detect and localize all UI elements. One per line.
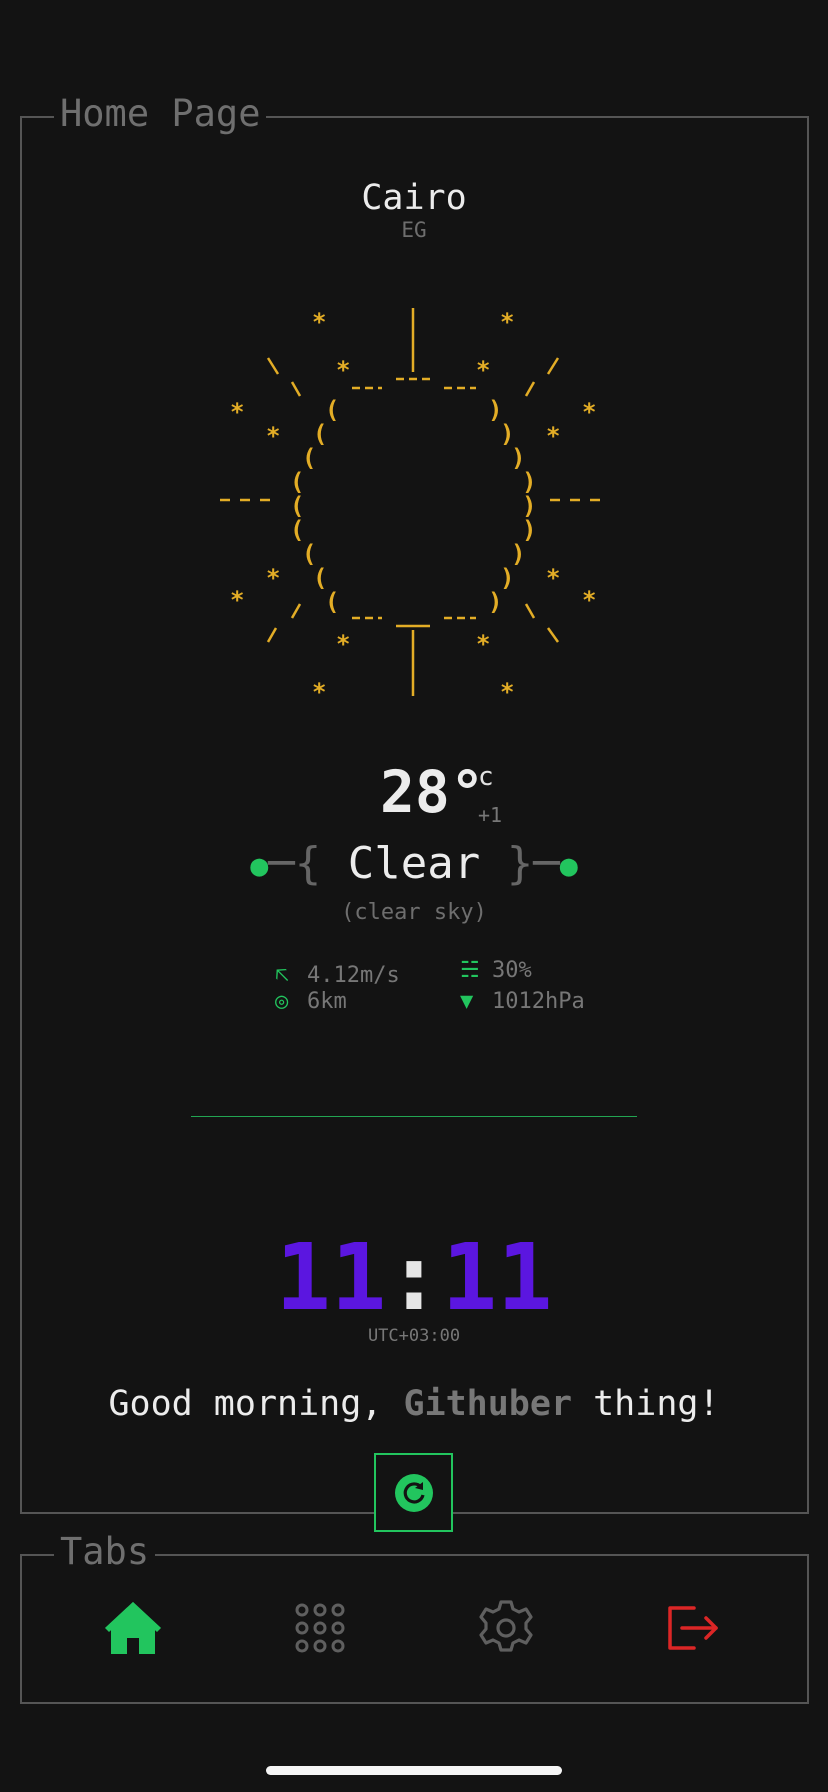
greeting-name: Githuber [403,1384,573,1424]
pressure-down-icon: ▼ [460,989,474,1014]
home-indicator[interactable] [266,1766,562,1775]
eye-icon: ◎ [275,989,289,1014]
humidity-stat: ☵ 30% [460,958,532,983]
humidity-lines-icon: ☵ [460,958,480,983]
clock-separator: : [386,1224,442,1331]
condition-row: ●─{ Clear }─● [0,838,828,889]
humidity-value: 30% [492,958,532,983]
settings-icon [479,1600,533,1652]
country-code: EG [401,218,427,242]
temperature-delta: +1 [478,803,503,827]
right-brace: }─ [480,838,560,889]
clock-hours: 11 [275,1224,387,1331]
tab-settings[interactable] [476,1598,536,1658]
greeting: Good morning, Githuber thing! [0,1384,828,1424]
apps-grid-icon [295,1603,345,1653]
home-panel-title: Home Page [54,94,267,134]
tab-apps[interactable] [290,1598,350,1658]
visibility-value: 6km [307,989,347,1014]
clock-minutes: 11 [441,1224,553,1331]
sun-circle [220,308,610,696]
tab-logout[interactable] [662,1598,722,1658]
pressure-stat: ▼ 1012hPa [460,989,585,1014]
divider [191,1116,637,1117]
condition-description: (clear sky) [341,900,487,925]
tabs-panel-title: Tabs [54,1532,156,1572]
city-name: Cairo [361,178,467,218]
refresh-icon [394,1473,433,1512]
pressure-value: 1012hPa [492,989,585,1014]
right-dot-icon: ● [559,848,578,884]
clock: 11:11 [0,1228,828,1328]
refresh-button[interactable] [374,1453,453,1532]
greeting-prefix: Good morning, [108,1384,404,1424]
wind-value: 4.12m/s [307,963,400,988]
home-icon [105,1602,161,1654]
condition-label: Clear [347,838,481,889]
visibility-stat: ◎ 6km [275,989,347,1014]
temperature-unit: c [478,762,494,792]
logout-icon [668,1606,718,1650]
left-dot-icon: ● [250,848,269,884]
left-brace: ─{ [268,838,348,889]
greeting-suffix: thing! [572,1384,720,1424]
tab-home[interactable] [103,1598,163,1658]
timezone-label: UTC+03:00 [367,1326,461,1346]
temperature-value: 28° [380,758,485,826]
sun-ascii-art: ( ( ( ( ( ( ( ( ( ) ) ) ) ) ) ) ) ) * * … [200,296,630,716]
